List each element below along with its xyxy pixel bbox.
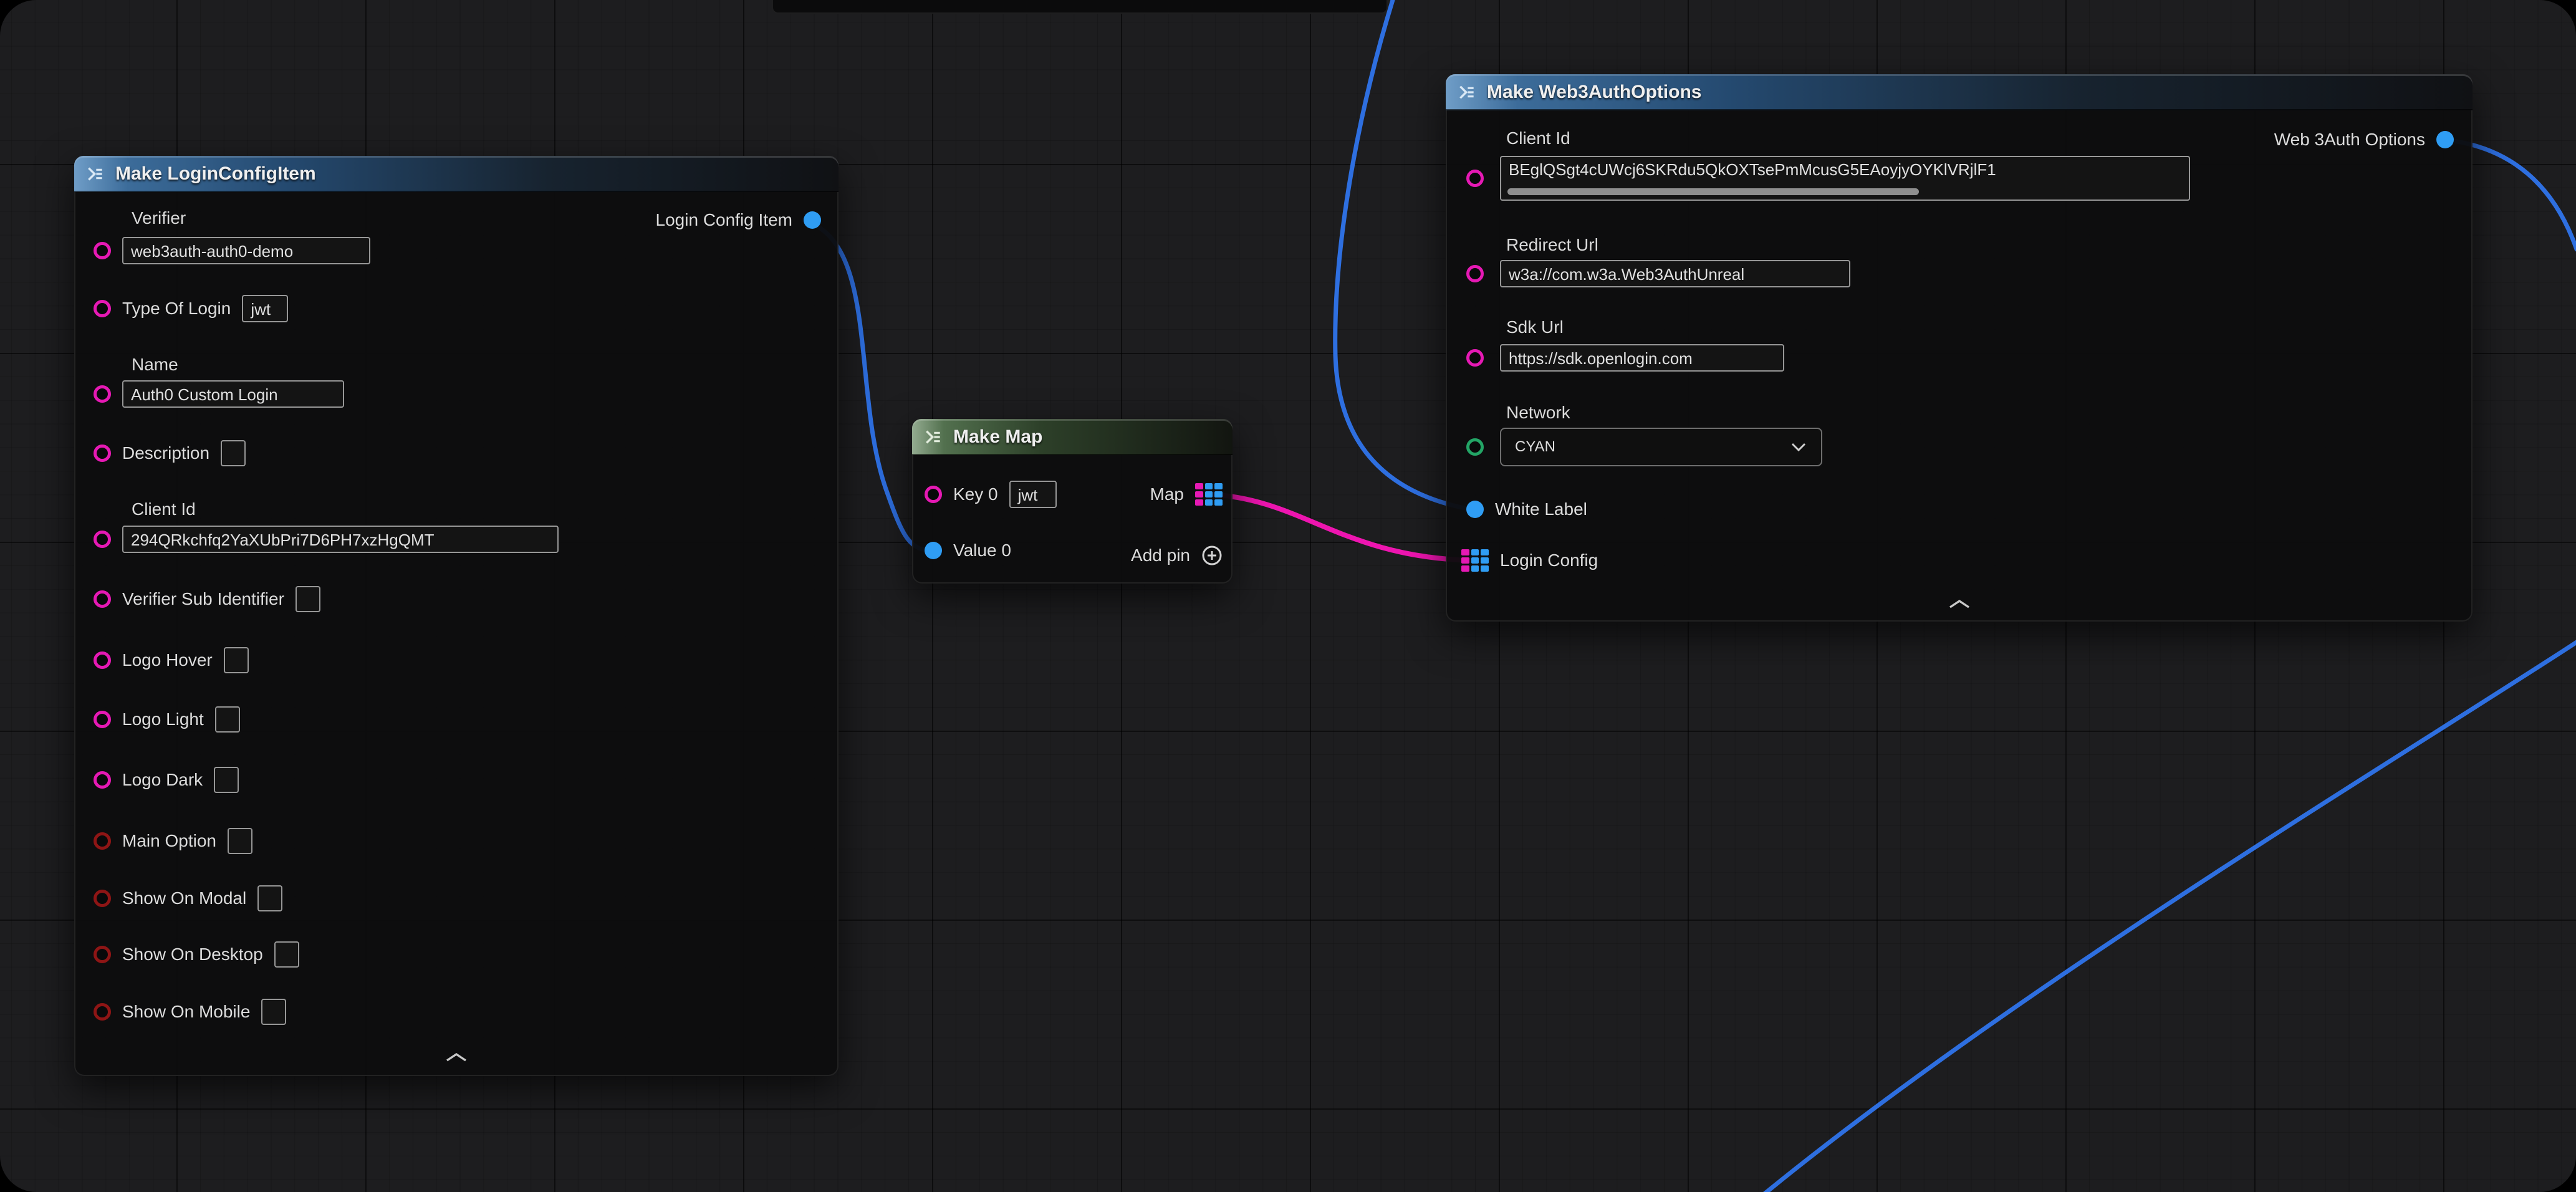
verifier-pin[interactable] — [94, 242, 111, 259]
make-struct-icon — [85, 164, 105, 184]
client-id-pin[interactable] — [94, 531, 111, 548]
node-title: Make Web3AuthOptions — [1487, 82, 1701, 103]
value0-pin[interactable] — [925, 542, 942, 559]
make-map-icon — [923, 427, 943, 447]
show-on-desktop-pin[interactable] — [94, 946, 111, 963]
logo-hover-input[interactable] — [224, 647, 249, 673]
verifier-label: Verifier — [132, 208, 186, 228]
key0-pin[interactable] — [925, 486, 942, 503]
map-output-pin[interactable] — [1195, 483, 1223, 506]
verifier-sub-identifier-input[interactable] — [296, 586, 320, 612]
show-on-mobile-pin[interactable] — [94, 1003, 111, 1021]
node-title: Make LoginConfigItem — [115, 163, 316, 185]
show-on-modal-label: Show On Modal — [122, 888, 246, 908]
wire-map-to-login-config[interactable] — [1209, 494, 1471, 560]
logo-hover-label: Logo Hover — [122, 650, 213, 670]
client-id-hscrollbar[interactable] — [1507, 188, 1919, 195]
white-label-pin[interactable] — [1466, 501, 1484, 518]
white-label-label: White Label — [1495, 499, 1587, 519]
map-output-label: Map — [1150, 484, 1184, 504]
make-struct-icon — [1457, 82, 1477, 102]
description-label: Description — [122, 443, 209, 463]
redirect-url-label: Redirect Url — [1506, 235, 1598, 255]
type-of-login-label: Type Of Login — [122, 299, 231, 319]
node-make-loginconfigitem[interactable]: Make LoginConfigItem Login Config Item V… — [74, 156, 839, 1076]
login-config-pin[interactable] — [1461, 549, 1489, 572]
key0-label: Key 0 — [953, 484, 998, 504]
verifier-input[interactable]: web3auth-auth0-demo — [122, 237, 370, 264]
client-id-input[interactable]: 294QRkchfq2YaXUbPri7D6PH7xzHgQMT — [122, 526, 559, 553]
client-id-label: Client Id — [1506, 128, 1570, 148]
client-id-pin[interactable] — [1466, 170, 1484, 187]
sdk-url-input[interactable]: https://sdk.openlogin.com — [1500, 344, 1784, 372]
name-pin[interactable] — [94, 385, 111, 403]
node-make-web3authoptions[interactable]: Make Web3AuthOptions Web 3Auth Options C… — [1446, 74, 2473, 622]
main-option-checkbox[interactable] — [228, 828, 252, 854]
logo-light-input[interactable] — [215, 706, 240, 733]
logo-dark-pin[interactable] — [94, 771, 111, 789]
network-label: Network — [1506, 403, 1570, 423]
name-label: Name — [132, 355, 178, 375]
login-config-item-output-pin[interactable] — [804, 211, 821, 229]
wire-offscreen-diagonal[interactable] — [1764, 642, 2576, 1192]
node-header[interactable]: Make Web3AuthOptions — [1446, 74, 2473, 110]
node-title: Make Map — [953, 426, 1042, 448]
add-pin-button[interactable]: Add pin — [1131, 545, 1223, 566]
collapse-chevron-icon[interactable] — [444, 1052, 469, 1066]
show-on-modal-checkbox[interactable] — [257, 885, 282, 911]
chevron-down-icon — [1790, 441, 1807, 453]
sdk-url-label: Sdk Url — [1506, 317, 1564, 337]
redirect-url-input[interactable]: w3a://com.w3a.Web3AuthUnreal — [1500, 260, 1850, 287]
show-on-mobile-label: Show On Mobile — [122, 1002, 250, 1022]
show-on-desktop-label: Show On Desktop — [122, 944, 263, 964]
network-selected-value: CYAN — [1515, 438, 1555, 456]
network-dropdown[interactable]: CYAN — [1500, 428, 1822, 466]
web3auth-options-output-pin[interactable] — [2436, 131, 2454, 148]
type-of-login-input[interactable]: jwt — [242, 295, 288, 322]
redirect-url-pin[interactable] — [1466, 265, 1484, 282]
web3auth-options-output-label: Web 3Auth Options — [2274, 130, 2425, 150]
client-id-value: BEglQSgt4cUWcj6SKRdu5QkOXTsePmMcusG5EAoy… — [1509, 160, 1996, 179]
output-row-login-config-item: Login Config Item — [656, 210, 821, 230]
login-config-label: Login Config — [1500, 550, 1598, 570]
show-on-mobile-checkbox[interactable] — [261, 999, 286, 1025]
add-pin-plus-icon[interactable] — [1201, 545, 1223, 566]
offscreen-node-edge[interactable] — [772, 0, 1388, 14]
logo-light-pin[interactable] — [94, 711, 111, 728]
client-id-input[interactable]: BEglQSgt4cUWcj6SKRdu5QkOXTsePmMcusG5EAoy… — [1500, 156, 2190, 201]
show-on-desktop-checkbox[interactable] — [274, 941, 299, 968]
logo-dark-input[interactable] — [214, 767, 239, 793]
name-input[interactable]: Auth0 Custom Login — [122, 380, 344, 408]
description-pin[interactable] — [94, 445, 111, 462]
network-pin[interactable] — [1466, 438, 1484, 456]
map-output-row: Map — [1150, 483, 1223, 506]
logo-light-label: Logo Light — [122, 709, 204, 729]
add-pin-label: Add pin — [1131, 546, 1190, 565]
node-header[interactable]: Make Map — [912, 419, 1233, 455]
client-id-label: Client Id — [132, 499, 196, 519]
sdk-url-pin[interactable] — [1466, 349, 1484, 367]
description-input[interactable] — [221, 440, 246, 466]
key0-input[interactable]: jwt — [1009, 481, 1057, 508]
show-on-modal-pin[interactable] — [94, 890, 111, 907]
logo-hover-pin[interactable] — [94, 651, 111, 669]
logo-dark-label: Logo Dark — [122, 770, 203, 790]
main-option-pin[interactable] — [94, 832, 111, 850]
verifier-sub-identifier-pin[interactable] — [94, 590, 111, 608]
verifier-sub-identifier-label: Verifier Sub Identifier — [122, 589, 284, 609]
main-option-label: Main Option — [122, 831, 216, 851]
output-pin-label: Login Config Item — [656, 210, 792, 230]
node-make-map[interactable]: Make Map Key 0 jwt Map Value 0 Add pin — [912, 419, 1233, 584]
collapse-chevron-icon[interactable] — [1947, 598, 1972, 613]
output-row-web3auth-options: Web 3Auth Options — [2274, 130, 2454, 150]
blueprint-canvas[interactable]: Make LoginConfigItem Login Config Item V… — [0, 0, 2576, 1192]
node-header[interactable]: Make LoginConfigItem — [74, 156, 839, 192]
type-of-login-pin[interactable] — [94, 300, 111, 317]
value0-label: Value 0 — [953, 541, 1011, 560]
